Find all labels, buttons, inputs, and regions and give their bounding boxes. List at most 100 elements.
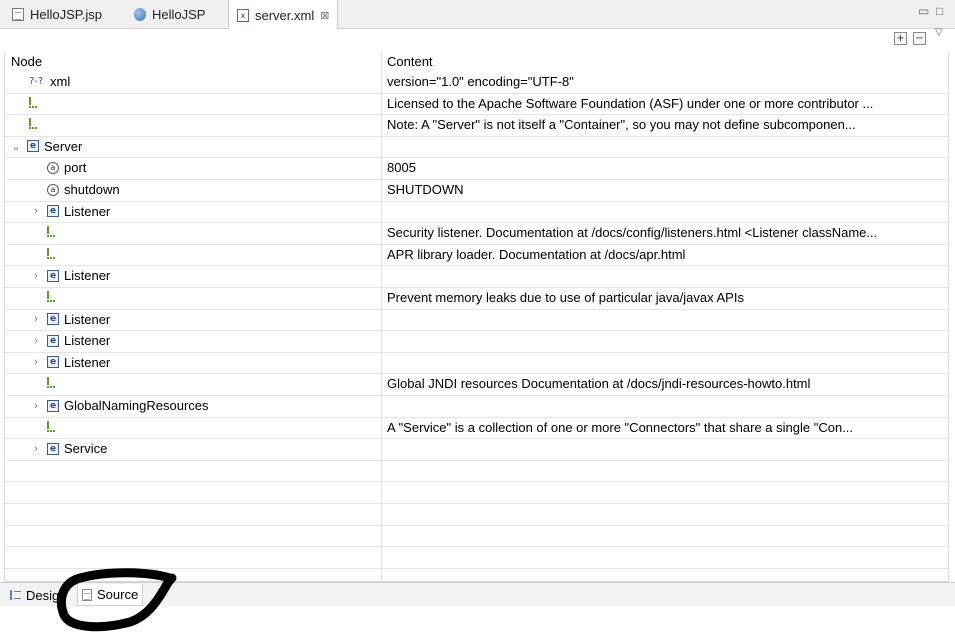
- chevron-right-icon[interactable]: ›: [31, 270, 41, 282]
- empty-row: [5, 526, 948, 548]
- table-row[interactable]: › e Listener: [5, 202, 948, 224]
- tab-design[interactable]: Design: [6, 584, 70, 606]
- table-row[interactable]: › e Service: [5, 439, 948, 461]
- node-cell: › e Listener: [31, 204, 110, 219]
- table-row[interactable]: Prevent memory leaks due to use of parti…: [5, 288, 948, 310]
- table-row[interactable]: Licensed to the Apache Software Foundati…: [5, 94, 948, 116]
- node-label: Listener: [64, 203, 111, 219]
- node-cell: [29, 96, 42, 109]
- table-row[interactable]: › e Listener: [5, 353, 948, 375]
- element-icon: e: [47, 313, 59, 326]
- globe-icon: [134, 8, 146, 21]
- expand-all-icon[interactable]: +: [894, 32, 907, 45]
- node-label: Listener: [64, 311, 111, 327]
- node-cell: ⌄ e Server: [11, 139, 82, 154]
- content-cell[interactable]: 8005: [387, 160, 947, 175]
- node-label: Service: [64, 441, 108, 457]
- tab-hellojsp-jsp[interactable]: HelloJSP.jsp: [4, 0, 110, 29]
- tree-toolbar: + − ▽: [0, 27, 955, 49]
- node-cell: [47, 420, 60, 433]
- content-cell[interactable]: Prevent memory leaks due to use of parti…: [387, 290, 947, 305]
- xml-file-icon: x: [237, 8, 249, 22]
- tab-source[interactable]: Source: [77, 584, 144, 606]
- table-row[interactable]: › e Listener: [5, 310, 948, 332]
- collapse-all-icon[interactable]: −: [913, 32, 926, 45]
- node-cell: › e Listener: [31, 355, 110, 370]
- chevron-down-icon[interactable]: ⌄: [11, 140, 21, 153]
- node-cell: a shutdown: [47, 182, 120, 197]
- maximize-icon[interactable]: □: [936, 4, 943, 18]
- table-row[interactable]: › e GlobalNamingResources: [5, 396, 948, 418]
- node-cell: [47, 290, 60, 303]
- table-row[interactable]: Note: A "Server" is not itself a "Contai…: [5, 115, 948, 137]
- content-cell[interactable]: APR library loader. Documentation at /do…: [387, 247, 947, 262]
- tab-label: HelloJSP: [152, 7, 206, 22]
- node-label: xml: [50, 74, 71, 89]
- view-menu-icon[interactable]: ▽: [935, 27, 943, 38]
- content-cell[interactable]: Licensed to the Apache Software Foundati…: [387, 96, 947, 111]
- chevron-right-icon[interactable]: ›: [31, 313, 41, 325]
- chevron-right-icon[interactable]: ›: [31, 356, 41, 368]
- close-icon[interactable]: ⊠: [320, 9, 329, 22]
- chevron-right-icon[interactable]: ›: [31, 335, 41, 347]
- empty-row: [5, 482, 948, 504]
- table-row[interactable]: APR library loader. Documentation at /do…: [5, 245, 948, 267]
- element-icon: e: [27, 140, 39, 153]
- jsp-file-icon: [12, 8, 24, 21]
- tab-label: server.xml: [255, 7, 315, 23]
- attribute-icon: a: [47, 183, 59, 196]
- content-cell[interactable]: Security listener. Documentation at /doc…: [387, 225, 947, 240]
- table-row[interactable]: › e Listener: [5, 331, 948, 353]
- comment-icon: [29, 117, 37, 130]
- element-icon: e: [47, 334, 59, 347]
- node-label: shutdown: [64, 182, 120, 197]
- element-icon: e: [47, 399, 59, 412]
- xml-declaration-icon: ?-?: [29, 76, 44, 87]
- xml-tree-table[interactable]: Node Content ?-? xml version="1.0" encodin…: [4, 51, 949, 582]
- content-column-header[interactable]: Content: [387, 54, 433, 69]
- chevron-right-icon[interactable]: ›: [31, 400, 41, 412]
- content-cell[interactable]: Note: A "Server" is not itself a "Contai…: [387, 117, 947, 132]
- node-label: Listener: [64, 354, 111, 370]
- node-cell: › e Service: [31, 441, 107, 456]
- table-row[interactable]: Security listener. Documentation at /doc…: [5, 223, 948, 245]
- minimize-icon[interactable]: ▭: [918, 4, 929, 18]
- node-cell: › e Listener: [31, 312, 110, 327]
- design-icon: [10, 590, 21, 600]
- node-column-header[interactable]: Node: [11, 54, 42, 69]
- tab-server-xml[interactable]: x server.xml ⊠: [228, 0, 339, 30]
- node-cell: a port: [47, 160, 86, 175]
- content-cell[interactable]: A "Service" is a collection of one or mo…: [387, 420, 947, 435]
- node-cell: ?-? xml: [29, 74, 70, 89]
- comment-icon: [47, 420, 55, 433]
- tab-hellojsp[interactable]: HelloJSP: [126, 0, 213, 29]
- content-cell[interactable]: SHUTDOWN: [387, 182, 947, 197]
- node-cell: [47, 376, 60, 389]
- table-row[interactable]: ⌄ e Server: [5, 137, 948, 159]
- content-cell[interactable]: Global JNDI resources Documentation at /…: [387, 376, 947, 391]
- node-label: Listener: [64, 333, 111, 349]
- table-row[interactable]: ?-? xml version="1.0" encoding="UTF-8": [5, 72, 948, 94]
- element-icon: e: [47, 205, 59, 218]
- table-row[interactable]: A "Service" is a collection of one or mo…: [5, 418, 948, 440]
- node-cell: [29, 117, 42, 130]
- table-row[interactable]: › e Listener: [5, 266, 948, 288]
- chevron-right-icon[interactable]: ›: [31, 443, 41, 455]
- table-row[interactable]: Global JNDI resources Documentation at /…: [5, 374, 948, 396]
- table-row[interactable]: a port 8005: [5, 158, 948, 180]
- node-cell: [47, 225, 60, 238]
- node-cell: › e Listener: [31, 268, 110, 283]
- empty-row: [5, 569, 948, 581]
- table-row[interactable]: a shutdown SHUTDOWN: [5, 180, 948, 202]
- chevron-right-icon[interactable]: ›: [31, 205, 41, 217]
- source-file-icon: [82, 588, 92, 601]
- node-label: Server: [44, 138, 83, 154]
- comment-icon: [47, 376, 55, 389]
- editor-tab-bar: HelloJSP.jsp HelloJSP x server.xml ⊠ ▭ □: [0, 0, 955, 30]
- empty-row: [5, 504, 948, 526]
- comment-icon: [29, 96, 37, 109]
- node-cell: › e Listener: [31, 333, 110, 348]
- tab-label: Design: [26, 587, 67, 603]
- content-cell[interactable]: version="1.0" encoding="UTF-8": [387, 74, 947, 89]
- element-icon: e: [47, 356, 59, 369]
